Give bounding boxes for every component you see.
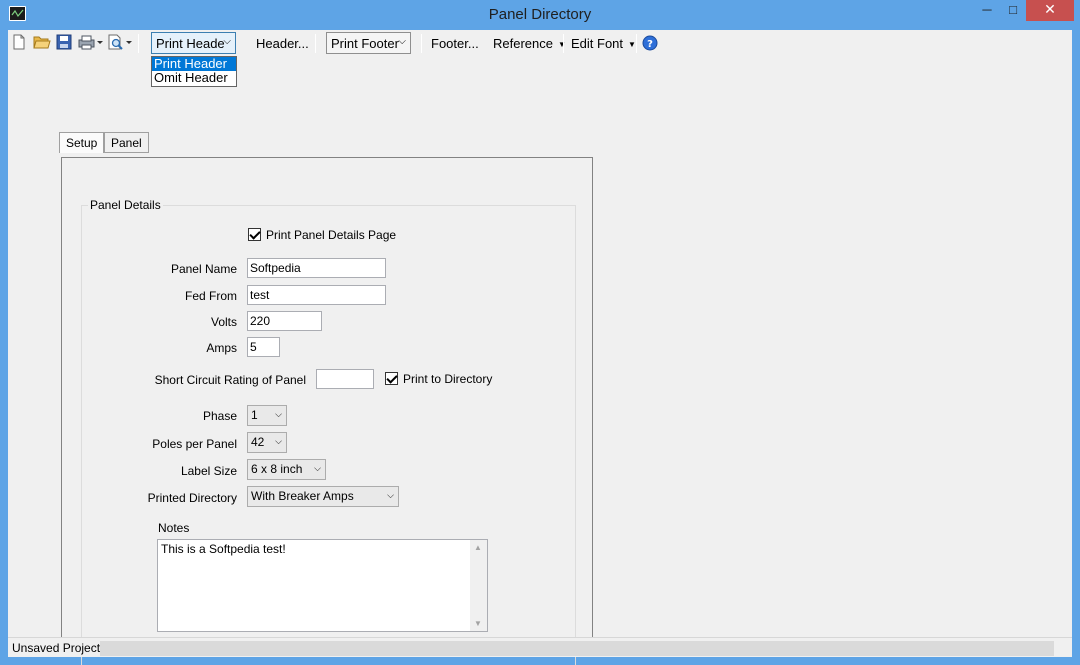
amps-input[interactable]: 5 — [247, 337, 280, 357]
phase-value: 1 — [251, 408, 258, 422]
new-file-icon[interactable] — [11, 34, 29, 52]
label-size-value: 6 x 8 inch — [251, 462, 303, 476]
help-icon[interactable]: ? — [642, 35, 660, 53]
print-to-directory-checkbox[interactable] — [385, 372, 398, 385]
chevron-down-icon: ⌵ — [314, 463, 321, 473]
scroll-up-icon[interactable]: ▲ — [474, 543, 482, 552]
label-size-select[interactable]: 6 x 8 inch ⌵ — [247, 459, 326, 480]
footer-combo-value: Print Footer — [331, 36, 399, 51]
header-combo-value: Print Heade — [156, 36, 225, 51]
reference-menu-label: Reference — [493, 36, 553, 51]
minimize-icon: ─ — [982, 2, 992, 17]
print-icon[interactable] — [78, 34, 104, 52]
caret-down-icon: ▼ — [628, 40, 636, 49]
print-to-directory-label: Print to Directory — [403, 372, 493, 386]
header-option-omit[interactable]: Omit Header — [152, 71, 236, 85]
phase-label: Phase — [202, 409, 237, 423]
poles-value: 42 — [251, 435, 265, 449]
toolbar: Print Heade ⌵ Header... Print Footer ⌵ F… — [8, 30, 1072, 57]
edit-font-menu-label: Edit Font — [571, 36, 624, 51]
title-bar[interactable]: Panel Directory ─ □ ✕ — [0, 0, 1080, 30]
print-preview-icon[interactable] — [107, 34, 133, 52]
save-icon[interactable] — [56, 34, 74, 52]
scroll-down-icon[interactable]: ▼ — [474, 619, 482, 628]
short-circuit-input[interactable] — [316, 369, 374, 389]
group-label: Panel Details — [88, 198, 163, 212]
label-size-label: Label Size — [180, 464, 237, 478]
print-details-label: Print Panel Details Page — [266, 228, 397, 242]
toolbar-separator — [138, 34, 139, 53]
edit-font-menu[interactable]: Edit Font ▼ — [571, 36, 636, 51]
footer-button[interactable]: Footer... — [431, 36, 479, 51]
chevron-down-icon: ⌵ — [275, 436, 282, 446]
header-dropdown-list: Print Header Omit Header — [151, 56, 237, 87]
chevron-down-icon: ⌵ — [398, 36, 406, 47]
status-text: Unsaved Project: — [12, 641, 104, 655]
client-area: Print Heade ⌵ Header... Print Footer ⌵ F… — [8, 30, 1072, 665]
close-button[interactable]: ✕ — [1026, 0, 1074, 21]
print-details-checkbox[interactable] — [248, 228, 261, 241]
short-circuit-label: Short Circuit Rating of Panel — [154, 373, 306, 387]
setup-tab-panel: Panel Details Print Panel Details Page P… — [61, 157, 593, 665]
toolbar-separator — [636, 34, 637, 53]
header-option-print[interactable]: Print Header — [152, 57, 236, 71]
fed-from-input[interactable]: test — [247, 285, 386, 305]
poles-label: Poles per Panel — [152, 437, 237, 451]
status-bar: Unsaved Project: — [8, 637, 1072, 657]
app-window: Panel Directory ─ □ ✕ Print Heade ⌵ Head… — [0, 0, 1080, 665]
printed-directory-label: Printed Directory — [147, 491, 237, 505]
amps-label: Amps — [206, 341, 237, 355]
fed-from-label: Fed From — [184, 289, 237, 303]
svg-text:?: ? — [647, 39, 653, 50]
chevron-down-icon: ⌵ — [223, 36, 231, 47]
panel-name-label: Panel Name — [170, 262, 237, 276]
notes-scrollbar[interactable]: ▲ ▼ — [470, 540, 487, 631]
toolbar-separator — [563, 34, 564, 53]
minimize-button[interactable]: ─ — [974, 0, 1000, 21]
notes-label: Notes — [158, 521, 190, 535]
volts-input[interactable]: 220 — [247, 311, 322, 331]
status-panel — [100, 641, 1054, 656]
chevron-down-icon: ⌵ — [387, 490, 394, 500]
notes-text: This is a Softpedia test! — [161, 542, 286, 556]
chevron-down-icon: ⌵ — [275, 409, 282, 419]
toolbar-separator — [315, 34, 316, 53]
phase-select[interactable]: 1 ⌵ — [247, 405, 287, 426]
open-folder-icon[interactable] — [33, 34, 51, 52]
tab-panel[interactable]: Panel — [104, 132, 149, 153]
reference-menu[interactable]: Reference ▼ — [493, 36, 566, 51]
printed-directory-select[interactable]: With Breaker Amps ⌵ — [247, 486, 399, 507]
maximize-button[interactable]: □ — [1000, 0, 1026, 21]
footer-combo[interactable]: Print Footer ⌵ — [326, 32, 411, 54]
volts-label: Volts — [210, 315, 237, 329]
window-title: Panel Directory — [488, 6, 592, 23]
close-icon: ✕ — [1044, 1, 1056, 17]
header-button[interactable]: Header... — [256, 36, 309, 51]
notes-textarea[interactable]: This is a Softpedia test! ▲ ▼ — [157, 539, 488, 632]
header-combo[interactable]: Print Heade ⌵ — [151, 32, 236, 54]
panel-name-input[interactable]: Softpedia — [247, 258, 386, 278]
toolbar-separator — [421, 34, 422, 53]
printed-directory-value: With Breaker Amps — [251, 489, 354, 503]
maximize-icon: □ — [1009, 2, 1017, 17]
caret-down-icon: ▼ — [557, 40, 566, 49]
poles-select[interactable]: 42 ⌵ — [247, 432, 287, 453]
tab-setup[interactable]: Setup — [59, 132, 105, 153]
